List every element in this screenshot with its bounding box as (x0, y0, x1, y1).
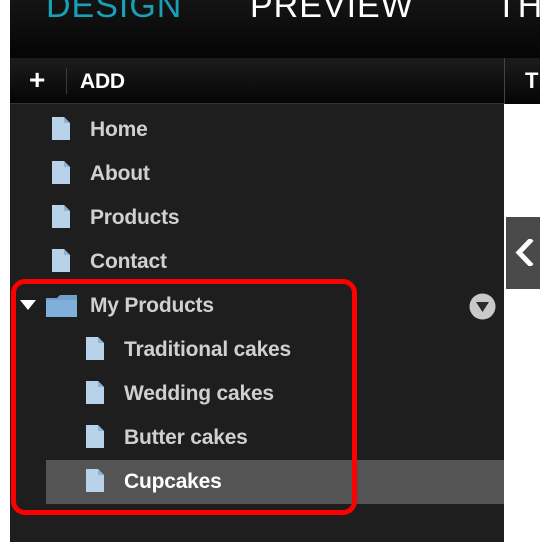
chevron-left-icon[interactable] (514, 239, 536, 266)
page-icon (86, 469, 104, 492)
page-item-wedding-cakes[interactable]: Wedding cakes (10, 372, 504, 416)
page-label-cupcakes: Cupcakes (124, 470, 222, 493)
page-item-contact[interactable]: Contact (10, 240, 504, 284)
plus-icon[interactable]: + (29, 65, 53, 95)
page-icon (52, 161, 70, 184)
page-item-butter-cakes[interactable]: Butter cakes (10, 416, 504, 460)
page-item-about[interactable]: About (10, 152, 504, 196)
page-label-about: About (90, 162, 150, 185)
page-icon (86, 381, 104, 404)
dropdown-circle-icon[interactable] (469, 293, 496, 320)
page-item-traditional-cakes[interactable]: Traditional cakes (10, 328, 504, 372)
add-page-bar[interactable]: + ADD (10, 58, 504, 104)
page-item-home[interactable]: Home (10, 108, 504, 152)
page-label-wedding-cakes: Wedding cakes (124, 382, 274, 405)
folder-icon (46, 295, 77, 317)
page-icon (52, 117, 70, 140)
page-manager-window: DESIGN PREVIEW THE + ADD Home (0, 0, 540, 542)
content-header: T (504, 58, 540, 104)
page-label-traditional-cakes: Traditional cakes (124, 338, 292, 361)
page-label-contact: Contact (90, 250, 167, 273)
add-divider (66, 68, 67, 94)
page-icon (86, 425, 104, 448)
page-label-products: Products (90, 206, 180, 229)
tab-design[interactable]: DESIGN (46, 0, 182, 26)
collapse-sidebar-button[interactable] (506, 217, 540, 289)
add-page-button[interactable]: ADD (80, 69, 125, 94)
page-icon (52, 205, 70, 228)
page-label-home: Home (90, 118, 148, 141)
page-item-products[interactable]: Products (10, 196, 504, 240)
page-sidebar: + ADD Home About Products Contact My Pro… (10, 58, 504, 542)
folder-item-my-products[interactable]: My Products (10, 284, 504, 328)
page-icon (52, 249, 70, 272)
page-label-butter-cakes: Butter cakes (124, 426, 248, 449)
folder-label-my-products: My Products (90, 294, 214, 317)
tab-preview[interactable]: PREVIEW (250, 0, 414, 26)
page-item-cupcakes[interactable]: Cupcakes (46, 460, 504, 504)
page-icon (86, 337, 104, 360)
triangle-down-icon[interactable] (20, 300, 36, 310)
top-navigation-bar: DESIGN PREVIEW THE (10, 0, 540, 58)
tab-theme[interactable]: THE (496, 0, 540, 26)
content-area (504, 104, 540, 542)
content-header-text: T (525, 68, 539, 93)
